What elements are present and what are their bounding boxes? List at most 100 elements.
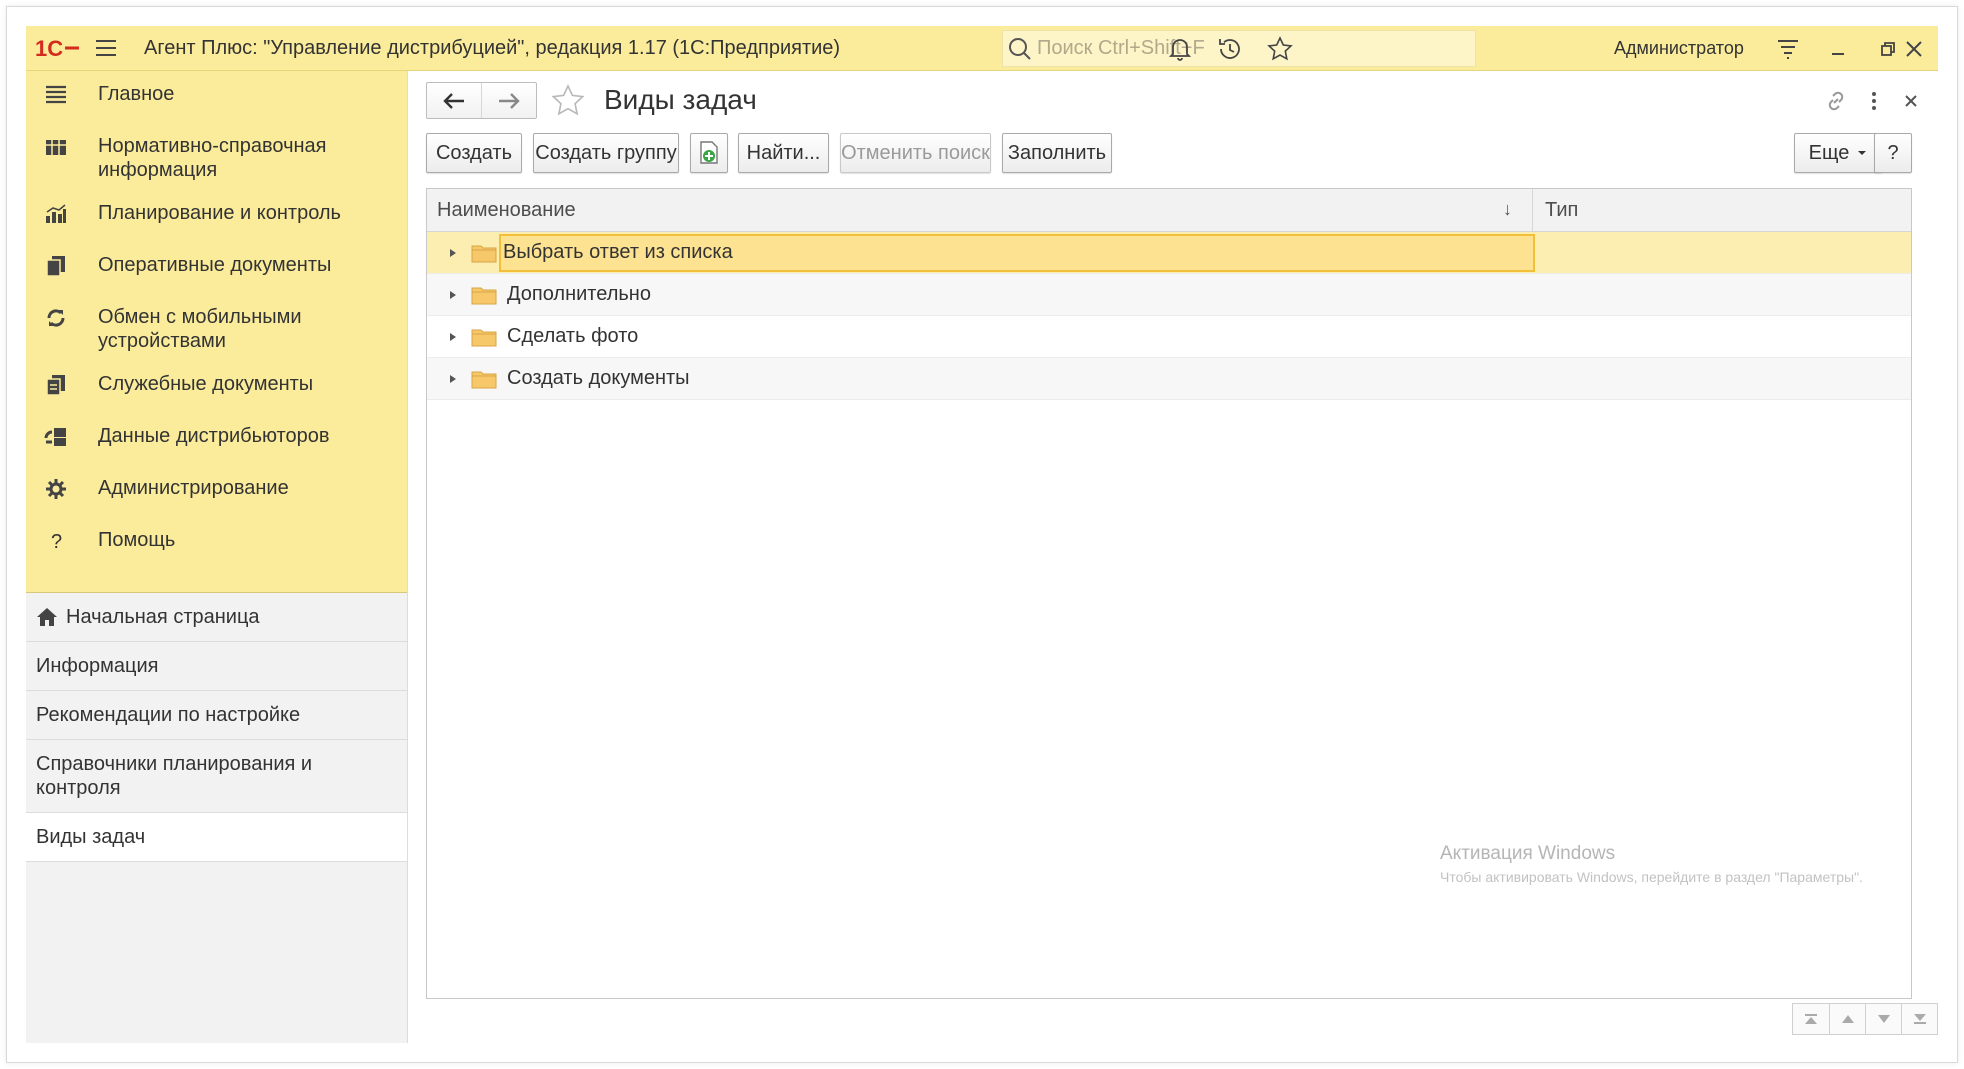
section-administration[interactable]: Администрирование xyxy=(26,465,407,517)
table-row[interactable]: Дополнительно xyxy=(427,274,1911,316)
close-form-icon[interactable] xyxy=(1895,85,1927,117)
distributor-icon xyxy=(42,423,70,451)
section-reference-info[interactable]: Нормативно-справочная информация xyxy=(26,123,407,190)
open-window-task-types[interactable]: Виды задач xyxy=(26,813,407,862)
back-button[interactable] xyxy=(427,83,481,118)
sort-down-icon: ↓ xyxy=(1503,199,1512,219)
sync-icon xyxy=(42,304,70,332)
section-planning[interactable]: Планирование и контроль xyxy=(26,190,407,242)
column-label: Наименование xyxy=(437,198,576,221)
scroll-up-icon[interactable] xyxy=(1829,1004,1865,1034)
expand-arrow-icon[interactable] xyxy=(445,332,461,342)
forward-button[interactable] xyxy=(481,83,536,118)
section-mobile-exchange[interactable]: Обмен с мобильными устройствами xyxy=(26,294,407,361)
row-name: Сделать фото xyxy=(507,325,639,347)
add-copy-icon xyxy=(700,141,718,164)
search-icon xyxy=(1009,37,1031,60)
open-window-label: Рекомендации по настройке xyxy=(36,704,301,726)
section-distributor-data[interactable]: Данные дистрибьюторов xyxy=(26,413,407,465)
folder-icon xyxy=(471,369,497,389)
expand-arrow-icon[interactable] xyxy=(445,290,461,300)
cancel-search-button[interactable]: Отменить поиск xyxy=(840,133,991,173)
current-user[interactable]: Администратор xyxy=(1614,26,1744,71)
1c-logo-icon[interactable]: 1С xyxy=(32,26,84,71)
form-area: Виды задач Создать Создать группу Найти.… xyxy=(408,71,1938,1043)
section-label: Оперативные документы xyxy=(98,254,332,276)
open-window-label: Начальная страница xyxy=(66,606,260,628)
service-docs-icon xyxy=(42,371,70,399)
folder-icon xyxy=(471,327,497,347)
command-bar: Создать Создать группу Найти... Отменить… xyxy=(426,133,1916,173)
scroll-to-bottom-icon[interactable] xyxy=(1901,1004,1937,1034)
gear-icon xyxy=(42,475,70,503)
history-icon[interactable] xyxy=(1208,26,1252,71)
more-button-label: Еще xyxy=(1808,141,1850,164)
expand-arrow-icon[interactable] xyxy=(445,374,461,384)
windows-activation-title: Активация Windows xyxy=(1440,843,1616,864)
sections-panel: Главное Нормативно-справочная информация… xyxy=(26,71,407,593)
section-label: Администрирование xyxy=(98,477,289,499)
grid-icon xyxy=(42,133,70,161)
documents-icon xyxy=(42,252,70,280)
scroll-down-icon[interactable] xyxy=(1865,1004,1901,1034)
svg-text:?: ? xyxy=(51,531,62,552)
section-help[interactable]: ? Помощь xyxy=(26,517,407,569)
favorites-star-icon[interactable] xyxy=(1258,26,1302,71)
table-row[interactable]: Создать документы xyxy=(427,358,1911,400)
folder-icon xyxy=(471,285,497,305)
bar-chart-icon xyxy=(42,200,70,228)
app-title: Агент Плюс: "Управление дистрибуцией", р… xyxy=(144,36,841,59)
find-button[interactable]: Найти... xyxy=(738,133,829,173)
section-label: Нормативно-справочная информация xyxy=(98,135,327,181)
expand-arrow-icon[interactable] xyxy=(445,248,461,258)
column-header-type[interactable]: Тип xyxy=(1533,189,1911,231)
help-button[interactable]: ? xyxy=(1874,133,1912,173)
open-window-planning-catalogs[interactable]: Справочники планирования и контроля xyxy=(26,740,407,813)
row-name: Создать документы xyxy=(507,367,690,389)
open-window-information[interactable]: Информация xyxy=(26,642,407,691)
section-main[interactable]: Главное xyxy=(26,71,407,123)
fill-button[interactable]: Заполнить xyxy=(1002,133,1112,173)
section-label: Помощь xyxy=(98,529,176,551)
title-bar: 1С Агент Плюс: "Управление дистрибуцией"… xyxy=(26,26,1938,71)
section-label: Обмен с мобильными устройствами xyxy=(98,306,302,352)
more-actions-icon[interactable] xyxy=(1858,85,1890,117)
settings-lines-icon[interactable] xyxy=(1766,26,1810,71)
column-header-name[interactable]: Наименование ↓ xyxy=(427,189,1533,231)
copy-button[interactable] xyxy=(690,133,728,173)
bell-icon[interactable] xyxy=(1158,26,1202,71)
section-label: Планирование и контроль xyxy=(98,202,341,224)
minimize-icon[interactable] xyxy=(1816,26,1860,71)
open-window-label: Виды задач xyxy=(36,826,146,848)
add-to-favorites-icon[interactable] xyxy=(550,83,586,125)
chevron-down-icon xyxy=(1858,151,1867,155)
create-button[interactable]: Создать xyxy=(426,133,522,173)
main-menu-icon[interactable] xyxy=(88,26,124,71)
scroll-to-top-icon[interactable] xyxy=(1793,1004,1829,1034)
link-icon[interactable] xyxy=(1820,85,1852,117)
app-window: 1С Агент Плюс: "Управление дистрибуцией"… xyxy=(26,26,1938,1043)
table-body: Выбрать ответ из списка Дополнительно Сд… xyxy=(427,232,1911,400)
question-icon: ? xyxy=(42,527,70,555)
section-operational-docs[interactable]: Оперативные документы xyxy=(26,242,407,294)
section-label: Главное xyxy=(98,83,175,105)
home-icon xyxy=(37,608,57,626)
table-row[interactable]: Выбрать ответ из списка xyxy=(427,232,1911,274)
open-window-setup-recommendations[interactable]: Рекомендации по настройке xyxy=(26,691,407,740)
search-input[interactable] xyxy=(1033,37,1475,60)
table-row[interactable]: Сделать фото xyxy=(427,316,1911,358)
section-service-docs[interactable]: Служебные документы xyxy=(26,361,407,413)
section-label: Данные дистрибьюторов xyxy=(98,425,330,447)
folder-icon xyxy=(471,243,497,263)
open-window-label: Информация xyxy=(36,655,159,677)
windows-activation-subtitle: Чтобы активировать Windows, перейдите в … xyxy=(1440,869,1863,885)
create-group-button[interactable]: Создать группу xyxy=(533,133,679,173)
open-window-home[interactable]: Начальная страница xyxy=(26,593,407,642)
more-button[interactable]: Еще xyxy=(1794,133,1882,173)
row-name: Выбрать ответ из списка xyxy=(499,233,1535,272)
close-window-icon[interactable] xyxy=(1892,26,1936,71)
arrow-left-icon xyxy=(443,92,464,109)
svg-text:1С: 1С xyxy=(35,36,63,60)
scroll-buttons xyxy=(1792,1003,1938,1035)
history-nav xyxy=(426,82,537,119)
